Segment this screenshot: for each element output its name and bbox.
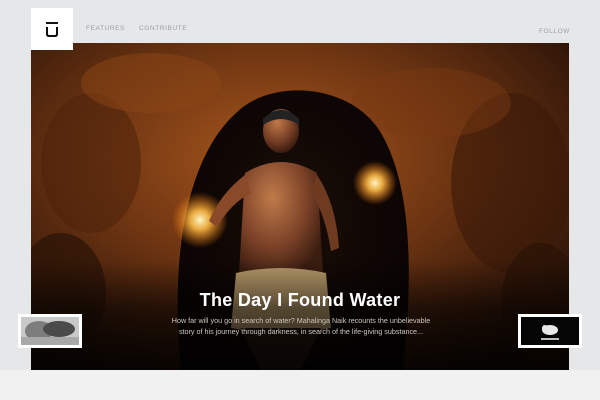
page-bottom-strip — [0, 370, 600, 400]
nav-features[interactable]: FEATURES — [86, 25, 125, 32]
main-nav: FEATURES CONTRIBUTE — [86, 25, 187, 32]
site-logo[interactable] — [31, 8, 73, 50]
hero-feature[interactable]: The Day I Found Water How far will you g… — [31, 43, 569, 370]
u-block-logo-icon — [46, 22, 58, 37]
hero-description: How far will you go in search of water? … — [171, 316, 431, 336]
previous-story-thumbnail[interactable] — [18, 314, 82, 348]
hero-title[interactable]: The Day I Found Water — [31, 290, 569, 311]
previous-story-thumbnail-icon — [21, 317, 79, 345]
next-story-thumbnail[interactable] — [518, 314, 582, 348]
next-story-thumbnail-icon — [521, 317, 579, 345]
follow-link[interactable]: FOLLOW — [539, 28, 570, 35]
nav-contribute[interactable]: CONTRIBUTE — [139, 25, 187, 32]
top-bar: FEATURES CONTRIBUTE FOLLOW — [0, 0, 600, 50]
